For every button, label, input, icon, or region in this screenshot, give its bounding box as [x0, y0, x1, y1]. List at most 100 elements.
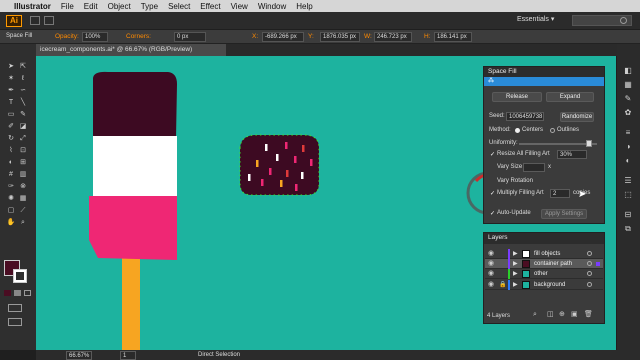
- menu-select[interactable]: Select: [168, 2, 190, 11]
- screen-mode-icon[interactable]: [8, 318, 22, 326]
- trash-icon[interactable]: 🗑: [584, 311, 593, 319]
- pathfinder-panel-icon[interactable]: ⧉: [623, 224, 633, 233]
- layer-name[interactable]: container path: [534, 259, 572, 269]
- artboard-number-field[interactable]: 1: [120, 351, 136, 360]
- expand-button[interactable]: Expand: [546, 92, 594, 102]
- layers-panel-title[interactable]: Layers: [484, 233, 604, 244]
- shape-builder-tool-icon[interactable]: ◐: [6, 158, 16, 167]
- menu-help[interactable]: Help: [296, 2, 312, 11]
- corners-field[interactable]: 0 px: [174, 32, 206, 42]
- locate-object-icon[interactable]: ⌕: [533, 311, 541, 319]
- expand-triangle-icon[interactable]: ▶: [513, 250, 519, 258]
- mesh-tool-icon[interactable]: #: [6, 170, 16, 179]
- symbol-sprayer-tool-icon[interactable]: ✺: [6, 194, 16, 203]
- document-tab[interactable]: icecream_components.ai* @ 66.67% (RGB/Pr…: [36, 44, 226, 56]
- target-icon[interactable]: [587, 271, 592, 276]
- zoom-tool-icon[interactable]: ⌕: [18, 218, 28, 227]
- stroke-panel-icon[interactable]: ≡: [623, 128, 633, 137]
- seed-field[interactable]: 1006459738: [506, 112, 544, 121]
- swatches-panel-icon[interactable]: ▦: [623, 80, 633, 89]
- layer-name[interactable]: other: [534, 269, 548, 279]
- menu-effect[interactable]: Effect: [200, 2, 220, 11]
- apply-settings-button[interactable]: Apply Settings: [541, 209, 587, 219]
- artboard-tool-icon[interactable]: ▢: [6, 206, 16, 215]
- new-layer-icon[interactable]: ▣: [571, 311, 579, 319]
- menu-file[interactable]: File: [61, 2, 74, 11]
- new-sublayer-icon[interactable]: ⊕: [559, 311, 567, 319]
- lock-icon[interactable]: [499, 250, 506, 258]
- free-transform-tool-icon[interactable]: ⊡: [18, 146, 28, 155]
- multiply-field[interactable]: 2: [550, 189, 570, 198]
- uniformity-slider-thumb[interactable]: [586, 140, 593, 147]
- shaper-tool-icon[interactable]: ✐: [6, 122, 16, 131]
- brushes-panel-icon[interactable]: ✎: [623, 94, 633, 103]
- transparency-panel-icon[interactable]: ◐: [623, 156, 633, 165]
- expand-triangle-icon[interactable]: ▶: [513, 281, 519, 289]
- selection-tool-icon[interactable]: ➤: [6, 62, 16, 71]
- resize-field[interactable]: 30%: [557, 150, 587, 159]
- clipping-mask-icon[interactable]: ◫: [547, 311, 555, 319]
- lock-icon[interactable]: [499, 270, 506, 278]
- gradient-tool-icon[interactable]: ▥: [18, 170, 28, 179]
- color-mode-icon[interactable]: [4, 290, 11, 296]
- rotate-tool-icon[interactable]: ↻: [6, 134, 16, 143]
- menu-window[interactable]: Window: [258, 2, 286, 11]
- rectangle-tool-icon[interactable]: ▭: [6, 110, 16, 119]
- lock-icon[interactable]: 🔒: [499, 281, 506, 289]
- target-icon[interactable]: [587, 261, 592, 266]
- workspace-switcher[interactable]: Essentials ▾: [517, 14, 563, 26]
- gradient-panel-icon[interactable]: ◑: [623, 142, 633, 151]
- layer-row[interactable]: ◉ ▶ other: [485, 269, 603, 279]
- gradient-mode-icon[interactable]: [14, 290, 21, 296]
- symbols-panel-icon[interactable]: ✿: [623, 108, 633, 117]
- hand-tool-icon[interactable]: ✋: [6, 218, 16, 227]
- opacity-field[interactable]: 100%: [82, 32, 108, 42]
- line-tool-icon[interactable]: ╲: [18, 98, 28, 107]
- type-tool-icon[interactable]: T: [6, 98, 16, 107]
- lock-icon[interactable]: [499, 260, 506, 268]
- none-mode-icon[interactable]: [24, 290, 31, 296]
- resize-checkbox[interactable]: ✓: [490, 152, 496, 158]
- y-field[interactable]: 1876.035 px: [320, 32, 360, 42]
- expand-triangle-icon[interactable]: ▶: [513, 260, 519, 268]
- layer-row[interactable]: ◉ ▶ container path: [485, 259, 603, 269]
- eye-icon[interactable]: ◉: [488, 281, 496, 289]
- arrange-documents-icon[interactable]: [44, 16, 54, 25]
- pen-tool-icon[interactable]: ✒: [6, 86, 16, 95]
- randomize-button[interactable]: Randomize: [560, 112, 594, 122]
- direct-selection-tool-icon[interactable]: ⇱: [18, 62, 28, 71]
- target-icon[interactable]: [587, 282, 592, 287]
- multiply-checkbox[interactable]: ✓: [490, 191, 496, 197]
- blend-tool-icon[interactable]: ⊗: [18, 182, 28, 191]
- graph-tool-icon[interactable]: ▦: [18, 194, 28, 203]
- color-panel-icon[interactable]: ◧: [623, 66, 633, 75]
- expand-triangle-icon[interactable]: ▶: [513, 270, 519, 278]
- menu-type[interactable]: Type: [141, 2, 158, 11]
- slice-tool-icon[interactable]: ⟋: [18, 206, 28, 215]
- width-tool-icon[interactable]: ⌇: [6, 146, 16, 155]
- method-outlines-radio[interactable]: [550, 128, 555, 133]
- eye-icon[interactable]: ◉: [488, 250, 496, 258]
- eraser-tool-icon[interactable]: ◪: [18, 122, 28, 131]
- layer-name[interactable]: background: [534, 280, 565, 290]
- magic-wand-tool-icon[interactable]: ✶: [6, 74, 16, 83]
- w-field[interactable]: 246.723 px: [374, 32, 412, 42]
- x-field[interactable]: -689.266 px: [262, 32, 304, 42]
- curvature-tool-icon[interactable]: ∽: [18, 86, 28, 95]
- menu-object[interactable]: Object: [108, 2, 131, 11]
- layer-row[interactable]: ◉ 🔒 ▶ background: [485, 280, 603, 290]
- align-panel-icon[interactable]: ⊟: [623, 210, 633, 219]
- menu-view[interactable]: View: [231, 2, 248, 11]
- layer-row[interactable]: ◉ ▶ fill objects: [485, 249, 603, 259]
- perspective-grid-tool-icon[interactable]: ⊞: [18, 158, 28, 167]
- layer-name[interactable]: fill objects: [534, 249, 560, 259]
- lasso-tool-icon[interactable]: ℓ: [18, 74, 28, 83]
- eyedropper-tool-icon[interactable]: ✑: [6, 182, 16, 191]
- scale-tool-icon[interactable]: ⤢: [18, 134, 28, 143]
- zoom-field[interactable]: 66.67%: [66, 351, 92, 360]
- bridge-icon[interactable]: [30, 16, 40, 25]
- space-fill-panel-title[interactable]: Space Fill: [484, 67, 604, 77]
- eye-icon[interactable]: ◉: [488, 270, 496, 278]
- vary-size-field[interactable]: [523, 163, 545, 172]
- menu-edit[interactable]: Edit: [84, 2, 98, 11]
